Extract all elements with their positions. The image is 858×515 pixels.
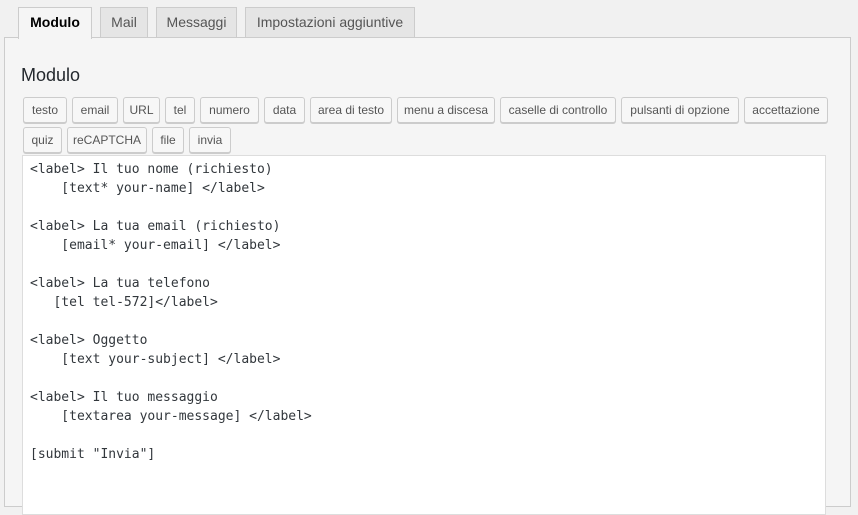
editor-line: [submit "Invia"] <box>30 447 156 462</box>
tab-messaggi[interactable]: Messaggi <box>156 7 237 38</box>
editor-line: [email* your-email] </label> <box>30 238 281 253</box>
tag-button-invia[interactable]: invia <box>189 127 231 153</box>
editor-line: <label> La tua email (richiesto) <box>30 219 281 234</box>
editor-line: [text* your-name] </label> <box>30 181 265 196</box>
tag-button-quiz[interactable]: quiz <box>23 127 62 153</box>
tag-button-menu-a-discesa[interactable]: menu a discesa <box>397 97 495 123</box>
tag-button-tel[interactable]: tel <box>165 97 195 123</box>
editor-line: <label> La tua telefono <box>30 276 211 291</box>
editor-line: [tel tel-572]</label> <box>30 295 218 310</box>
tag-button-caselle-di-controllo[interactable]: caselle di controllo <box>500 97 616 123</box>
tab-impostazioni-aggiuntive[interactable]: Impostazioni aggiuntive <box>245 7 415 38</box>
tag-button-email[interactable]: email <box>72 97 118 123</box>
editor-line: [text your-subject] </label> <box>30 352 281 367</box>
tab-mail[interactable]: Mail <box>100 7 148 38</box>
panel-title: Modulo <box>21 65 81 85</box>
tag-button-area-di-testo[interactable]: area di testo <box>310 97 392 123</box>
tag-button-numero[interactable]: numero <box>200 97 259 123</box>
editor-line: <label> Il tuo messaggio <box>30 390 218 405</box>
tab-modulo[interactable]: Modulo <box>18 7 92 39</box>
tag-button-pulsanti-di-opzione[interactable]: pulsanti di opzione <box>621 97 739 123</box>
editor-line: <label> Oggetto <box>30 333 148 348</box>
tab-bar: Modulo Mail Messaggi Impostazioni aggiun… <box>0 0 858 39</box>
tag-button-url[interactable]: URL <box>123 97 160 123</box>
tag-button-file[interactable]: file <box>152 127 184 153</box>
tag-button-testo[interactable]: testo <box>23 97 67 123</box>
tag-button-recaptcha[interactable]: reCAPTCHA <box>67 127 147 153</box>
tag-button-data[interactable]: data <box>264 97 305 123</box>
editor-line: <label> Il tuo nome (richiesto) <box>30 162 273 177</box>
form-template-editor[interactable]: <label> Il tuo nome (richiesto) [text* y… <box>22 155 826 515</box>
editor-line: [textarea your-message] </label> <box>30 409 312 424</box>
tag-button-accettazione[interactable]: accettazione <box>744 97 828 123</box>
